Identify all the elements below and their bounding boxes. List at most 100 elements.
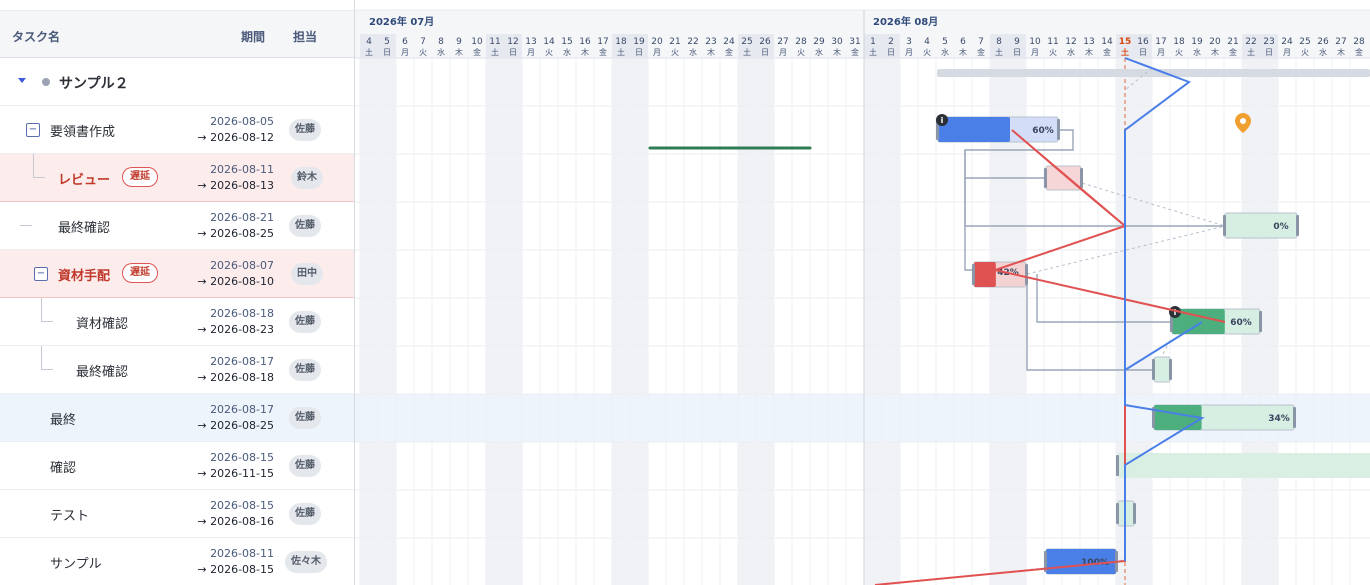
day-weekday: 日 bbox=[1265, 48, 1273, 57]
minus-square-icon[interactable]: − bbox=[34, 267, 48, 281]
day-weekday: 火 bbox=[419, 48, 427, 57]
task-bar-review-track[interactable] bbox=[1045, 165, 1082, 191]
task-start-date: 2026-08-11 bbox=[210, 547, 274, 560]
info-icon-glyph: i bbox=[941, 116, 944, 125]
assignee-badge[interactable]: 田中 bbox=[291, 263, 323, 285]
day-number: 5 bbox=[942, 37, 948, 47]
day-number: 7 bbox=[420, 37, 426, 47]
task-list-panel: タスク名 期間 担当 サンプル２ − 要領書作成 2026-08-05 → 20… bbox=[0, 0, 355, 585]
gantt-chart-panel[interactable]: 2026年 07月 2026年 08月 4 土 5 日 6 月 7 火 8 水 9 木 10 金 11 土 12 日 1… bbox=[355, 0, 1370, 585]
task-name: サンプル bbox=[50, 557, 102, 572]
column-header-assignee[interactable]: 担当 bbox=[293, 28, 317, 45]
bar-left-handle[interactable] bbox=[1152, 359, 1155, 380]
day-number: 19 bbox=[633, 37, 645, 47]
task-row[interactable]: サンプル 2026-08-11 → 2026-08-15 佐々木 bbox=[0, 538, 354, 585]
gantt-chart[interactable]: 2026年 07月 2026年 08月4土5日6月7火8水9木10金11土12日1… bbox=[355, 0, 1370, 585]
task-bar-confirm[interactable] bbox=[1118, 453, 1370, 478]
task-start-date: 2026-08-07 bbox=[210, 259, 274, 272]
late-badge: 遅延 bbox=[122, 167, 158, 187]
day-number: 26 bbox=[1317, 37, 1329, 47]
progress-label: 60% bbox=[1032, 126, 1054, 136]
assignee-badge[interactable]: 鈴木 bbox=[291, 167, 323, 189]
task-start-date: 2026-08-15 bbox=[210, 499, 274, 512]
day-weekday: 木 bbox=[707, 47, 715, 57]
assignee-badge[interactable]: 佐藤 bbox=[289, 311, 321, 333]
day-number: 9 bbox=[456, 37, 462, 47]
day-weekday: 土 bbox=[617, 47, 625, 57]
task-list-header: タスク名 期間 担当 bbox=[0, 10, 354, 58]
minus-square-icon[interactable]: − bbox=[26, 123, 40, 137]
bar-right-handle[interactable] bbox=[1169, 359, 1172, 380]
day-number: 12 bbox=[1065, 37, 1076, 47]
task-name: レビュー bbox=[58, 173, 111, 188]
day-number: 21 bbox=[669, 37, 680, 47]
project-row[interactable]: サンプル２ bbox=[0, 58, 354, 106]
task-row[interactable]: 最終確認 2026-08-17 → 2026-08-18 佐藤 bbox=[0, 346, 354, 394]
day-weekday: 火 bbox=[923, 48, 931, 57]
bar-right-handle[interactable] bbox=[1080, 168, 1083, 188]
day-weekday: 木 bbox=[1337, 47, 1345, 57]
task-bar-materials-progress[interactable] bbox=[974, 262, 996, 287]
task-row[interactable]: 資材確認 2026-08-18 → 2026-08-23 佐藤 bbox=[0, 298, 354, 346]
task-start-date: 2026-08-11 bbox=[210, 163, 274, 176]
bar-left-handle[interactable] bbox=[972, 264, 975, 285]
task-end-date: → 2026-08-18 bbox=[197, 371, 274, 384]
bar-right-handle[interactable] bbox=[1296, 215, 1299, 236]
day-number: 12 bbox=[507, 37, 518, 47]
day-weekday: 金 bbox=[473, 47, 481, 57]
assignee-badge[interactable]: 佐藤 bbox=[289, 407, 321, 429]
bar-right-handle[interactable] bbox=[1057, 119, 1060, 140]
day-number: 16 bbox=[579, 37, 591, 47]
day-number: 30 bbox=[831, 37, 843, 47]
task-row[interactable]: 確認 2026-08-15 → 2026-11-15 佐藤 bbox=[0, 442, 354, 490]
day-number: 25 bbox=[741, 37, 752, 47]
bar-left-handle[interactable] bbox=[1223, 215, 1226, 236]
day-number: 24 bbox=[1281, 37, 1293, 47]
day-weekday: 木 bbox=[833, 47, 841, 57]
bar-right-handle[interactable] bbox=[1259, 311, 1262, 332]
bar-left-handle[interactable] bbox=[1116, 503, 1119, 524]
day-number: 20 bbox=[1209, 37, 1221, 47]
day-number: 20 bbox=[651, 37, 663, 47]
bar-right-handle[interactable] bbox=[1025, 264, 1028, 285]
column-header-period[interactable]: 期間 bbox=[241, 28, 265, 45]
project-dot-icon bbox=[42, 78, 50, 86]
task-row[interactable]: テスト 2026-08-15 → 2026-08-16 佐藤 bbox=[0, 490, 354, 538]
caret-down-icon[interactable] bbox=[18, 78, 26, 83]
assignee-badge[interactable]: 佐々木 bbox=[285, 551, 327, 573]
bar-right-handle[interactable] bbox=[1293, 407, 1296, 428]
day-weekday: 月 bbox=[779, 48, 787, 57]
task-row[interactable]: レビュー 遅延 2026-08-11 → 2026-08-13 鈴木 bbox=[0, 154, 354, 202]
day-weekday: 金 bbox=[1229, 47, 1237, 57]
task-start-date: 2026-08-18 bbox=[210, 307, 274, 320]
day-number: 29 bbox=[813, 37, 825, 47]
day-number: 4 bbox=[924, 37, 930, 47]
day-weekday: 木 bbox=[455, 47, 463, 57]
task-bar-requirements-progress[interactable] bbox=[938, 117, 1010, 142]
day-weekday: 日 bbox=[1013, 48, 1021, 57]
task-row[interactable]: − 要領書作成 2026-08-05 → 2026-08-12 佐藤 bbox=[0, 106, 354, 154]
task-row[interactable]: 最終確認 2026-08-21 → 2026-08-25 佐藤 bbox=[0, 202, 354, 250]
project-name: サンプル２ bbox=[59, 76, 129, 92]
task-row[interactable]: 最終 2026-08-17 → 2026-08-25 佐藤 bbox=[0, 394, 354, 442]
day-weekday: 土 bbox=[1121, 47, 1129, 57]
assignee-badge[interactable]: 佐藤 bbox=[289, 359, 321, 381]
assignee-badge[interactable]: 佐藤 bbox=[289, 119, 321, 141]
assignee-badge[interactable]: 佐藤 bbox=[289, 455, 321, 477]
day-number: 16 bbox=[1137, 37, 1149, 47]
bar-left-handle[interactable] bbox=[1044, 168, 1047, 188]
day-weekday: 土 bbox=[365, 47, 373, 57]
day-weekday: 水 bbox=[815, 47, 823, 57]
bar-left-handle[interactable] bbox=[1116, 455, 1119, 476]
day-weekday: 火 bbox=[671, 48, 679, 57]
day-number: 8 bbox=[996, 37, 1002, 47]
task-end-date: → 2026-08-25 bbox=[197, 227, 274, 240]
task-row[interactable]: − 資材手配 遅延 2026-08-07 → 2026-08-10 田中 bbox=[0, 250, 354, 298]
column-header-task-name[interactable]: タスク名 bbox=[12, 28, 60, 45]
project-summary-bar[interactable] bbox=[937, 69, 1370, 77]
task-bar-final-check-2-track[interactable] bbox=[1153, 356, 1171, 383]
assignee-badge[interactable]: 佐藤 bbox=[289, 215, 321, 237]
bar-right-handle[interactable] bbox=[1133, 503, 1136, 524]
assignee-badge[interactable]: 佐藤 bbox=[289, 503, 321, 525]
day-weekday: 月 bbox=[1031, 48, 1039, 57]
